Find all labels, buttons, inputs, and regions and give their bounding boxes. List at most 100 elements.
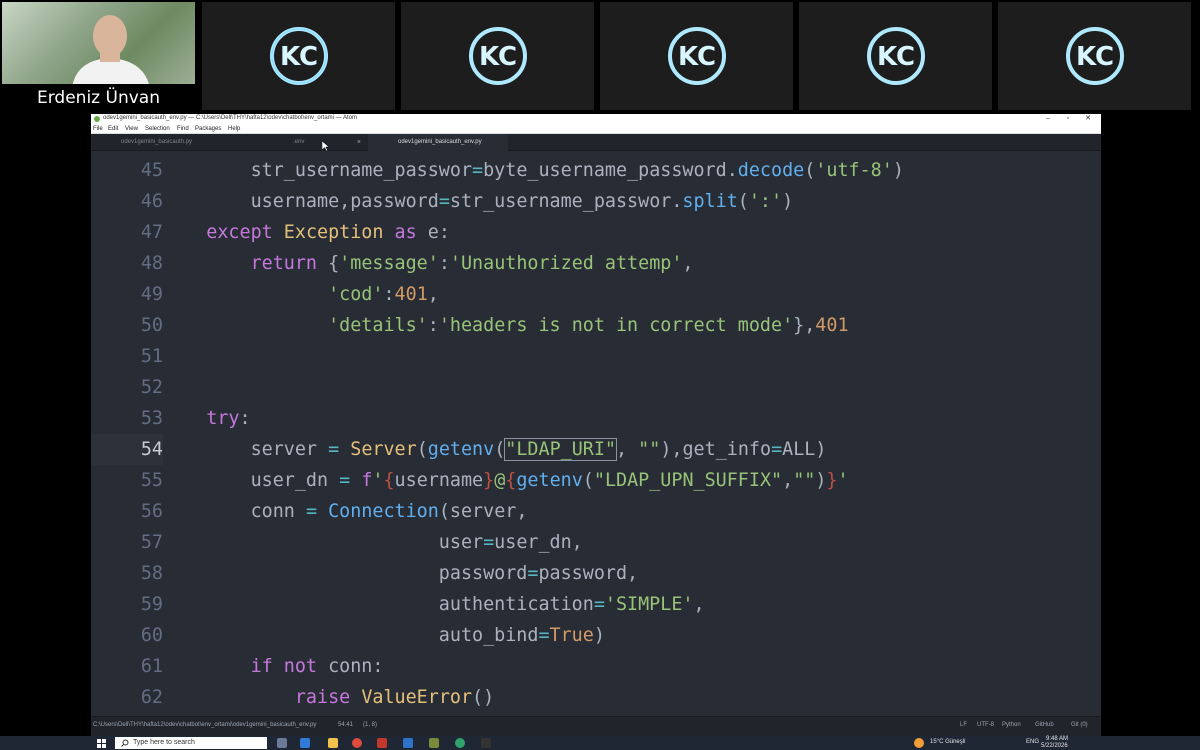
status-cursor-position[interactable]: 54:41 <box>338 722 353 728</box>
line-number[interactable]: 50 <box>91 310 163 341</box>
line-number[interactable]: 52 <box>91 372 163 403</box>
menu-selection[interactable]: Selection <box>145 126 170 132</box>
line-number[interactable]: 60 <box>91 620 163 651</box>
code-line[interactable]: 52 <box>91 372 1101 403</box>
menu-packages[interactable]: Packages <box>195 126 221 132</box>
line-number[interactable]: 58 <box>91 558 163 589</box>
chrome-icon[interactable] <box>352 738 362 748</box>
close-button[interactable]: ✕ <box>1081 114 1095 124</box>
code-text[interactable]: except Exception as e: <box>162 217 450 248</box>
code-line[interactable]: 55 user_dn = f'{username}@{getenv("LDAP_… <box>91 465 1101 496</box>
participant-tile[interactable]: KC <box>401 2 594 110</box>
line-number[interactable]: 54 <box>91 434 163 465</box>
status-line-ending[interactable]: LF <box>960 722 967 728</box>
participant-tile[interactable]: KC <box>799 2 992 110</box>
taskbar-search-box[interactable]: Type here to search <box>115 737 267 749</box>
line-number[interactable]: 51 <box>91 341 163 372</box>
minimize-button[interactable]: – <box>1041 114 1055 124</box>
code-text[interactable]: 'cod':401, <box>162 279 439 310</box>
status-github[interactable]: GitHub <box>1035 722 1054 728</box>
code-line[interactable]: 61 if not conn: <box>91 651 1101 682</box>
file-explorer-icon[interactable] <box>328 738 338 748</box>
code-line[interactable]: 49 'cod':401, <box>91 279 1101 310</box>
menu-help[interactable]: Help <box>228 126 240 132</box>
task-view-icon[interactable] <box>277 738 287 748</box>
tab-close-icon[interactable]: × <box>357 134 361 151</box>
terminal-icon[interactable] <box>481 738 491 748</box>
code-line[interactable]: 56 conn = Connection(server, <box>91 496 1101 527</box>
menu-find[interactable]: Find <box>177 126 189 132</box>
code-text[interactable]: return {'message':'Unauthorized attemp', <box>162 248 694 279</box>
menu-edit[interactable]: Edit <box>108 126 118 132</box>
clock-time[interactable]: 9:48 AM <box>1046 736 1068 742</box>
line-number[interactable]: 47 <box>91 217 163 248</box>
code-editor[interactable]: 45 str_username_passwor=byte_username_pa… <box>91 152 1101 716</box>
edge-icon[interactable] <box>300 738 310 748</box>
code-text[interactable]: user=user_dn, <box>162 527 583 558</box>
line-number[interactable]: 62 <box>91 682 163 713</box>
editor-scrollbar[interactable] <box>1093 152 1101 716</box>
line-number[interactable]: 56 <box>91 496 163 527</box>
code-line[interactable]: 58 password=password, <box>91 558 1101 589</box>
speaker-video-tile[interactable]: Erdeniz Ünvan <box>2 2 195 110</box>
participant-tile[interactable]: KC <box>202 2 395 110</box>
code-line[interactable]: 48 return {'message':'Unauthorized attem… <box>91 248 1101 279</box>
tab-odev1gemini-basicauth[interactable]: odev1gemini_basicauth.py <box>91 134 192 151</box>
maximize-button[interactable]: ▫ <box>1061 114 1075 124</box>
code-line[interactable]: 51 <box>91 341 1101 372</box>
status-git[interactable]: Git (0) <box>1071 722 1088 728</box>
code-line[interactable]: 54 server = Server(getenv("LDAP_URI", ""… <box>91 434 1101 465</box>
tab-odev1gemini-basicauth-env[interactable]: odev1gemini_basicauth_env.py <box>368 134 508 151</box>
line-number[interactable]: 59 <box>91 589 163 620</box>
code-text[interactable]: password=password, <box>162 558 638 589</box>
code-text[interactable]: conn = Connection(server, <box>162 496 528 527</box>
line-number[interactable]: 55 <box>91 465 163 496</box>
code-token: getenv <box>516 470 583 491</box>
filezilla-icon[interactable] <box>377 738 387 748</box>
code-token: ( <box>737 191 749 212</box>
participant-tile[interactable]: KC <box>998 2 1191 110</box>
code-token: 'details' <box>328 315 428 336</box>
code-text[interactable]: auto_bind=True) <box>162 620 605 651</box>
app-icon[interactable] <box>429 738 439 748</box>
line-number[interactable]: 61 <box>91 651 163 682</box>
code-line[interactable]: 45 str_username_passwor=byte_username_pa… <box>91 155 1101 186</box>
tab-env[interactable]: .env × <box>263 134 367 151</box>
code-line[interactable]: 53 try: <box>91 403 1101 434</box>
code-text[interactable]: server = Server(getenv("LDAP_URI", ""),g… <box>162 434 826 465</box>
clock-date[interactable]: 5/22/2026 <box>1041 743 1068 749</box>
code-text[interactable]: authentication='SIMPLE', <box>162 589 705 620</box>
code-line[interactable]: 47 except Exception as e: <box>91 217 1101 248</box>
code-line[interactable]: 57 user=user_dn, <box>91 527 1101 558</box>
code-line[interactable]: 59 authentication='SIMPLE', <box>91 589 1101 620</box>
status-encoding[interactable]: UTF-8 <box>977 722 994 728</box>
line-number[interactable]: 57 <box>91 527 163 558</box>
code-text[interactable]: if not conn: <box>162 651 384 682</box>
code-line[interactable]: 46 username,password=str_username_passwo… <box>91 186 1101 217</box>
code-text[interactable]: 'details':'headers is not in correct mod… <box>162 310 848 341</box>
status-grammar[interactable]: Python <box>1002 722 1021 728</box>
line-number[interactable]: 49 <box>91 279 163 310</box>
line-number[interactable]: 46 <box>91 186 163 217</box>
code-text[interactable]: user_dn = f'{username}@{getenv("LDAP_UPN… <box>162 465 849 496</box>
code-text[interactable]: str_username_passwor=byte_username_passw… <box>162 155 904 186</box>
code-text[interactable]: username,password=str_username_passwor.s… <box>162 186 794 217</box>
menu-file[interactable]: File <box>93 126 103 132</box>
menu-view[interactable]: View <box>125 126 138 132</box>
code-text[interactable]: try: <box>162 403 250 434</box>
participant-tile[interactable]: KC <box>600 2 793 110</box>
line-number[interactable]: 48 <box>91 248 163 279</box>
code-line[interactable]: 62 raise ValueError() <box>91 682 1101 713</box>
code-line[interactable]: 60 auto_bind=True) <box>91 620 1101 651</box>
code-text[interactable]: raise ValueError() <box>162 682 494 713</box>
atom-taskbar-icon[interactable] <box>455 738 465 748</box>
language-indicator[interactable]: ENG <box>1026 739 1039 745</box>
status-file-path[interactable]: C:\Users\Dell\THY\hafta12\odev\chatbot\e… <box>93 722 316 728</box>
windows-start-icon[interactable] <box>97 739 106 748</box>
code-line[interactable]: 50 'details':'headers is not in correct … <box>91 310 1101 341</box>
app-icon[interactable] <box>403 738 413 748</box>
line-number[interactable]: 53 <box>91 403 163 434</box>
weather-text[interactable]: 15°C Güneşli <box>930 739 965 745</box>
window-titlebar[interactable]: odev1gemini_basicauth_env.py — C:\Users\… <box>91 114 1101 124</box>
line-number[interactable]: 45 <box>91 155 163 186</box>
